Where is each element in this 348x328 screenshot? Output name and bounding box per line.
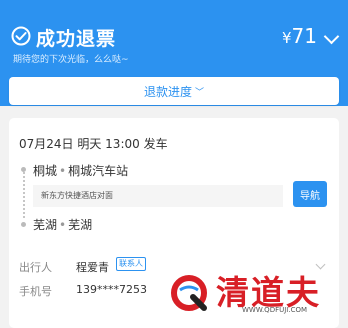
phone-number: 139****7253 bbox=[76, 283, 147, 296]
refund-progress-label: 退款进度 bbox=[143, 84, 192, 99]
watermark-url: WWW.QDFUJI.COM bbox=[242, 306, 308, 314]
navigate-button[interactable]: 导航 bbox=[293, 181, 327, 207]
origin-dot bbox=[21, 167, 26, 172]
status-title: 成功退票 bbox=[36, 28, 117, 50]
origin-station: 桐城汽车站 bbox=[68, 164, 129, 178]
destination-stop: 芜湖 • 芜湖 bbox=[33, 216, 92, 233]
passenger-label: 出行人 bbox=[19, 261, 52, 274]
origin-stop: 桐城 • 桐城汽车站 bbox=[33, 162, 128, 179]
destination-station: 芜湖 bbox=[68, 218, 93, 232]
chevron-down-icon[interactable] bbox=[323, 28, 340, 45]
currency-symbol: ¥ bbox=[282, 29, 292, 47]
separator: • bbox=[59, 218, 67, 232]
pickup-point: 新东方快捷酒店对面 bbox=[33, 185, 283, 207]
separator: • bbox=[59, 164, 67, 178]
origin-city: 桐城 bbox=[33, 164, 58, 178]
contact-badge: 联系人 bbox=[116, 257, 146, 271]
departure-time: 07月24日 明天 13:00 发车 bbox=[19, 137, 168, 151]
status-subtitle: 期待您的下次光临，么么哒~ bbox=[13, 55, 129, 65]
destination-city: 芜湖 bbox=[33, 218, 58, 232]
phone-label: 手机号 bbox=[19, 285, 52, 298]
destination-dot bbox=[21, 222, 26, 227]
check-circle-icon bbox=[11, 26, 31, 46]
amount-value: 71 bbox=[291, 24, 317, 48]
chevron-down-icon: ﹀ bbox=[195, 87, 205, 98]
route-line bbox=[23, 168, 25, 218]
watermark-logo-icon bbox=[171, 275, 207, 311]
refund-progress-button[interactable]: 退款进度 ﹀ bbox=[9, 77, 339, 105]
watermark: 清道夫 WWW.QDFUJI.COM bbox=[168, 262, 348, 319]
passenger-name: 程爱青 bbox=[76, 261, 109, 274]
refund-amount[interactable]: ¥71 bbox=[282, 24, 317, 48]
